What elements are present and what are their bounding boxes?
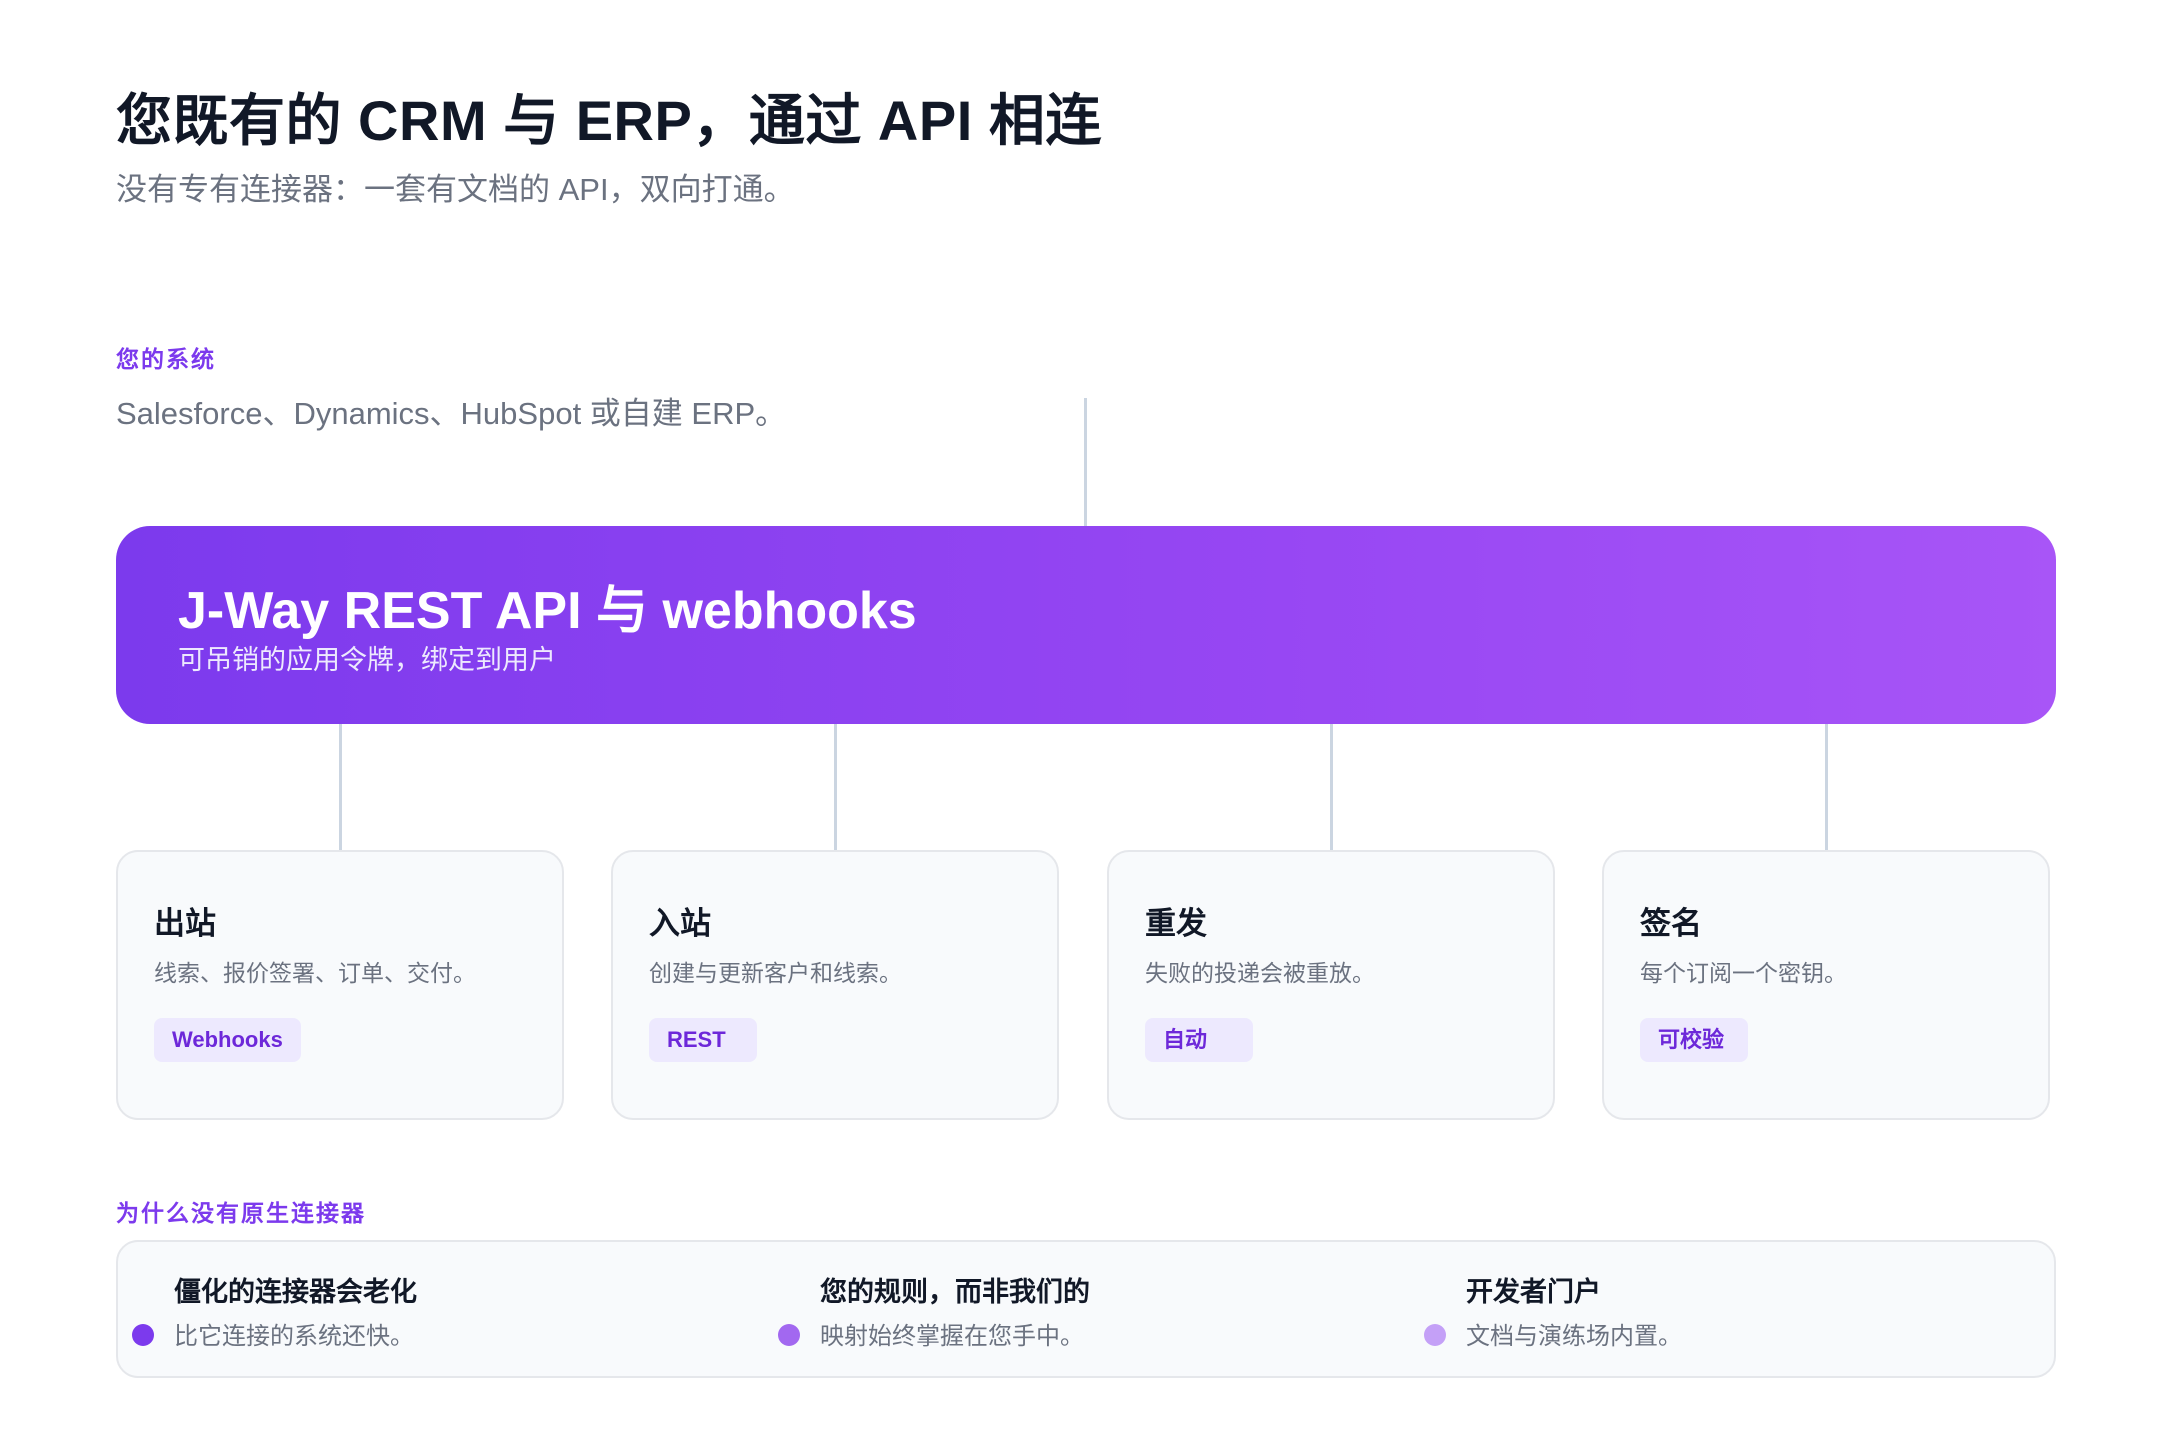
card-replay: 重发 失败的投递会被重放。 自动 xyxy=(1107,850,1555,1120)
why-label: 为什么没有原生连接器 xyxy=(116,1200,366,1226)
why-item-title: 开发者门户 xyxy=(1466,1277,1601,1307)
card-badge: 可校验 xyxy=(1640,1018,1748,1062)
card-badge: 自动 xyxy=(1145,1018,1253,1062)
why-item-description: 映射始终掌握在您手中。 xyxy=(820,1323,1084,1350)
card-description: 创建与更新客户和线索。 xyxy=(649,960,902,986)
hub-to-signature-connector xyxy=(1825,724,1828,850)
card-outbound: 出站 线索、报价签署、订单、交付。 Webhooks xyxy=(116,850,564,1120)
why-item-title: 僵化的连接器会老化 xyxy=(174,1277,417,1307)
why-item-title: 您的规则，而非我们的 xyxy=(820,1277,1090,1307)
page-title: 您既有的 CRM 与 ERP，通过 API 相连 xyxy=(116,89,1102,152)
why-item-description: 比它连接的系统还快。 xyxy=(174,1323,414,1350)
api-hub: J-Way REST API 与 webhooks 可吊销的应用令牌，绑定到用户 xyxy=(116,526,2056,724)
card-badge: REST xyxy=(649,1018,757,1062)
systems-to-hub-connector xyxy=(1084,398,1087,526)
card-inbound: 入站 创建与更新客户和线索。 REST xyxy=(611,850,1059,1120)
card-badge: Webhooks xyxy=(154,1018,301,1062)
bullet-dot-icon xyxy=(778,1324,800,1346)
hub-to-inbound-connector xyxy=(834,724,837,850)
page: 您既有的 CRM 与 ERP，通过 API 相连 没有专有连接器：一套有文档的 … xyxy=(0,0,2160,1440)
card-title: 签名 xyxy=(1640,906,1702,941)
systems-label: 您的系统 xyxy=(116,346,216,372)
page-subtitle: 没有专有连接器：一套有文档的 API，双向打通。 xyxy=(116,172,795,207)
card-title: 重发 xyxy=(1145,906,1207,941)
card-description: 每个订阅一个密钥。 xyxy=(1640,960,1847,986)
why-panel: 僵化的连接器会老化 比它连接的系统还快。 您的规则，而非我们的 映射始终掌握在您… xyxy=(116,1240,2056,1378)
card-description: 线索、报价签署、订单、交付。 xyxy=(154,960,476,986)
card-signature: 签名 每个订阅一个密钥。 可校验 xyxy=(1602,850,2050,1120)
card-title: 出站 xyxy=(154,906,216,941)
bullet-dot-icon xyxy=(132,1324,154,1346)
systems-description: Salesforce、Dynamics、HubSpot 或自建 ERP。 xyxy=(116,396,787,431)
card-title: 入站 xyxy=(649,906,711,941)
hub-to-replay-connector xyxy=(1330,724,1333,850)
why-item-description: 文档与演练场内置。 xyxy=(1466,1323,1682,1350)
hub-subtitle: 可吊销的应用令牌，绑定到用户 xyxy=(178,645,556,675)
card-description: 失败的投递会被重放。 xyxy=(1145,960,1375,986)
hub-to-outbound-connector xyxy=(339,724,342,850)
bullet-dot-icon xyxy=(1424,1324,1446,1346)
hub-title: J-Way REST API 与 webhooks xyxy=(178,582,917,640)
